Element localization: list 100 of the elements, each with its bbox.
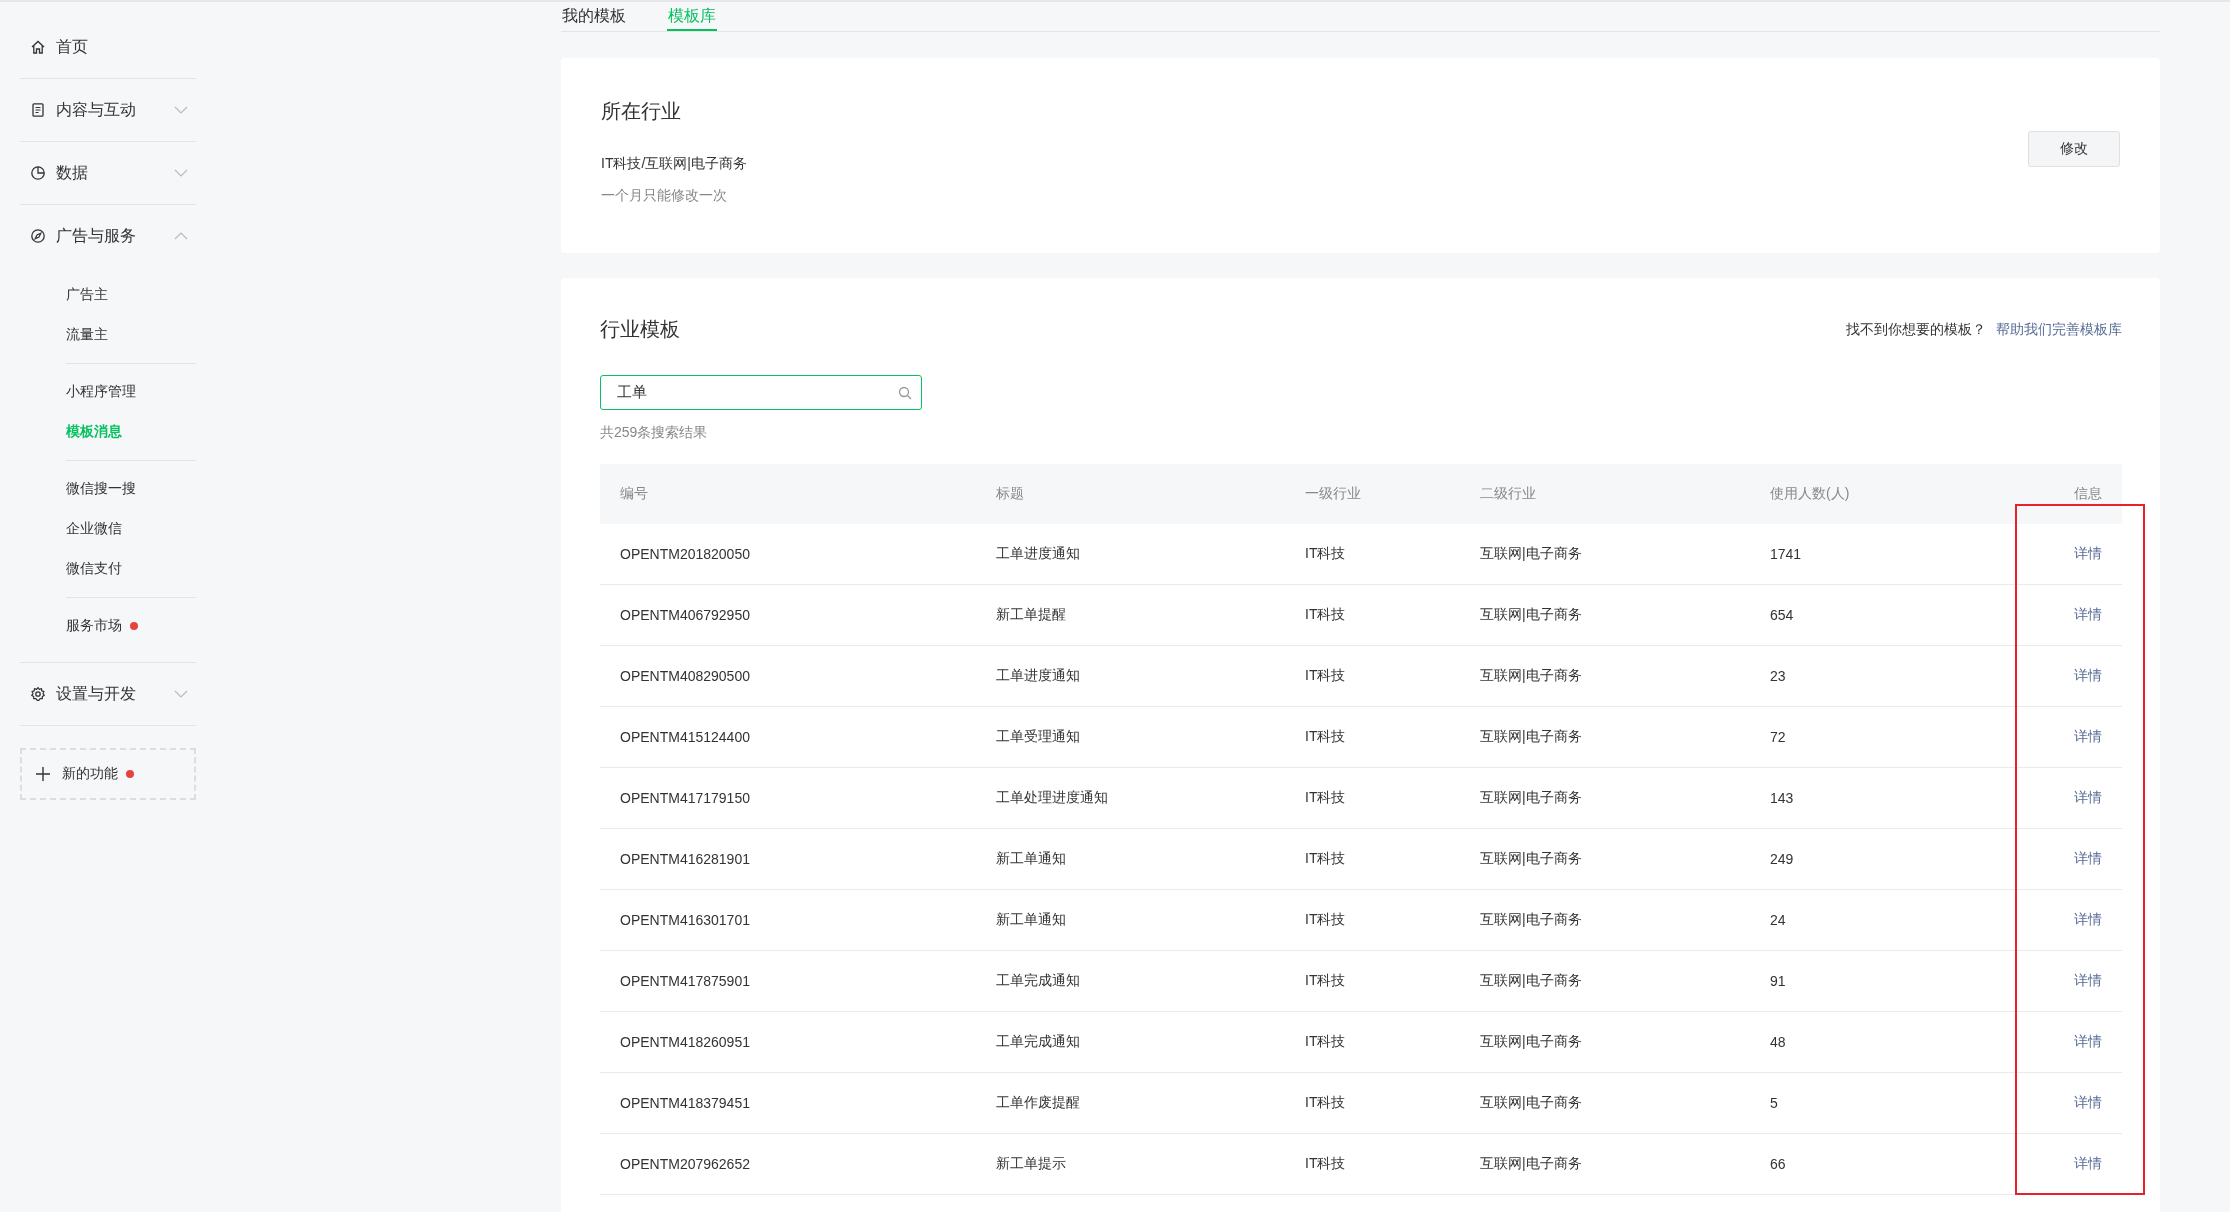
table-cell: IT科技 bbox=[1305, 850, 1346, 868]
table-cell: IT科技 bbox=[1305, 911, 1346, 929]
column-header: 编号 bbox=[600, 464, 976, 524]
table-cell: OPENTM415124400 bbox=[620, 729, 750, 745]
result-count: 共259条搜索结果 bbox=[600, 424, 709, 442]
settings-icon bbox=[30, 686, 46, 702]
table-cell: 互联网|电子商务 bbox=[1480, 545, 1582, 563]
table-cell: 工单完成通知 bbox=[996, 972, 1080, 990]
table-cell: 72 bbox=[1770, 729, 1786, 745]
new-feature-button[interactable]: 新的功能 bbox=[20, 748, 196, 800]
table-cell: 互联网|电子商务 bbox=[1480, 728, 1582, 746]
table-cell: 互联网|电子商务 bbox=[1480, 1155, 1582, 1173]
detail-link[interactable]: 详情 bbox=[2074, 1033, 2102, 1051]
table-cell: 654 bbox=[1770, 607, 1794, 623]
sub-nav-item[interactable]: 微信搜一搜 bbox=[66, 480, 136, 498]
nav-item[interactable]: 设置与开发 bbox=[20, 663, 196, 725]
home-icon bbox=[30, 39, 46, 55]
nav-item[interactable]: 首页 bbox=[20, 16, 196, 78]
table-cell: IT科技 bbox=[1305, 606, 1346, 624]
help-text: 找不到你想要的模板？ bbox=[1846, 320, 1986, 339]
table-cell: OPENTM417179150 bbox=[620, 790, 750, 806]
table-cell: 工单受理通知 bbox=[996, 728, 1080, 746]
table-cell: 互联网|电子商务 bbox=[1480, 1094, 1582, 1112]
table-cell: 91 bbox=[1770, 973, 1786, 989]
detail-link[interactable]: 详情 bbox=[2074, 545, 2102, 563]
card-title: 行业模板 bbox=[600, 317, 680, 342]
table-cell: OPENTM416281901 bbox=[620, 851, 750, 867]
table-cell: 互联网|电子商务 bbox=[1480, 789, 1582, 807]
tab[interactable]: 我的模板 bbox=[561, 2, 627, 31]
table-cell: 新工单通知 bbox=[996, 911, 1066, 929]
table-cell: 143 bbox=[1770, 790, 1794, 806]
table-cell: 工单作废提醒 bbox=[996, 1094, 1080, 1112]
table-cell: 互联网|电子商务 bbox=[1480, 606, 1582, 624]
column-header: 标题 bbox=[976, 464, 1285, 524]
edit-button[interactable]: 修改 bbox=[2028, 131, 2120, 167]
table-cell: OPENTM418379451 bbox=[620, 1095, 750, 1111]
detail-link[interactable]: 详情 bbox=[2074, 1094, 2102, 1112]
table-cell: 互联网|电子商务 bbox=[1480, 972, 1582, 990]
column-header: 二级行业 bbox=[1460, 464, 1750, 524]
detail-link[interactable]: 详情 bbox=[2074, 606, 2102, 624]
table-cell: IT科技 bbox=[1305, 789, 1346, 807]
new-feature-label: 新的功能 bbox=[62, 765, 118, 783]
sub-nav-item[interactable]: 服务市场 bbox=[66, 617, 122, 635]
table-cell: 24 bbox=[1770, 912, 1786, 928]
table-cell: 249 bbox=[1770, 851, 1794, 867]
detail-link[interactable]: 详情 bbox=[2074, 667, 2102, 685]
sub-nav-item[interactable]: 广告主 bbox=[66, 286, 108, 304]
search-field[interactable]: 工单 bbox=[600, 375, 922, 410]
detail-link[interactable]: 详情 bbox=[2074, 789, 2102, 807]
compass-icon bbox=[30, 228, 46, 244]
detail-link[interactable]: 详情 bbox=[2074, 850, 2102, 868]
nav-item[interactable]: 内容与互动 bbox=[20, 79, 196, 141]
sub-nav-item[interactable]: 流量主 bbox=[66, 326, 108, 344]
table-cell: OPENTM207962652 bbox=[620, 1156, 750, 1172]
table-cell: 66 bbox=[1770, 1156, 1786, 1172]
table-cell: 新工单通知 bbox=[996, 850, 1066, 868]
table-cell: IT科技 bbox=[1305, 667, 1346, 685]
card-title: 所在行业 bbox=[601, 99, 682, 124]
help-link[interactable]: 帮助我们完善模板库 bbox=[1996, 320, 2122, 339]
detail-link[interactable]: 详情 bbox=[2074, 972, 2102, 990]
table-cell: 互联网|电子商务 bbox=[1480, 1033, 1582, 1051]
table-cell: 工单进度通知 bbox=[996, 667, 1080, 685]
table-cell: 互联网|电子商务 bbox=[1480, 667, 1582, 685]
table-cell: IT科技 bbox=[1305, 1155, 1346, 1173]
search-icon bbox=[898, 386, 912, 400]
detail-link[interactable]: 详情 bbox=[2074, 1155, 2102, 1173]
detail-link[interactable]: 详情 bbox=[2074, 728, 2102, 746]
table-cell: OPENTM418260951 bbox=[620, 1034, 750, 1050]
table-cell: 工单完成通知 bbox=[996, 1033, 1080, 1051]
pie-chart-icon bbox=[30, 165, 46, 181]
table-cell: IT科技 bbox=[1305, 972, 1346, 990]
table-cell: IT科技 bbox=[1305, 728, 1346, 746]
table-cell: 新工单提示 bbox=[996, 1155, 1066, 1173]
nav-item[interactable]: 广告与服务 bbox=[20, 205, 196, 267]
table-cell: 48 bbox=[1770, 1034, 1786, 1050]
table-cell: OPENTM201820050 bbox=[620, 546, 750, 562]
document-icon bbox=[30, 102, 46, 118]
table-cell: 23 bbox=[1770, 668, 1786, 684]
table-cell: 互联网|电子商务 bbox=[1480, 911, 1582, 929]
table-cell: OPENTM416301701 bbox=[620, 912, 750, 928]
table-cell: 工单进度通知 bbox=[996, 545, 1080, 563]
table-cell: IT科技 bbox=[1305, 1094, 1346, 1112]
table-cell: 新工单提醒 bbox=[996, 606, 1066, 624]
table-cell: 5 bbox=[1770, 1095, 1778, 1111]
table-cell: 工单处理进度通知 bbox=[996, 789, 1108, 807]
table-cell: IT科技 bbox=[1305, 545, 1346, 563]
table-cell: IT科技 bbox=[1305, 1033, 1346, 1051]
detail-link[interactable]: 详情 bbox=[2074, 911, 2102, 929]
sub-nav-item[interactable]: 微信支付 bbox=[66, 560, 122, 578]
column-header: 信息 bbox=[2050, 464, 2122, 524]
column-header: 使用人数(人) bbox=[1750, 464, 2050, 524]
table-cell: OPENTM408290500 bbox=[620, 668, 750, 684]
industry-text: IT科技/互联网|电子商务 bbox=[601, 155, 747, 173]
table-cell: OPENTM406792950 bbox=[620, 607, 750, 623]
table-cell: 1741 bbox=[1770, 546, 1802, 562]
sub-nav-item[interactable]: 企业微信 bbox=[66, 520, 122, 538]
sub-nav-item[interactable]: 小程序管理 bbox=[66, 383, 136, 401]
plus-icon bbox=[36, 767, 50, 781]
column-header: 一级行业 bbox=[1285, 464, 1460, 524]
nav-item[interactable]: 数据 bbox=[20, 142, 196, 204]
